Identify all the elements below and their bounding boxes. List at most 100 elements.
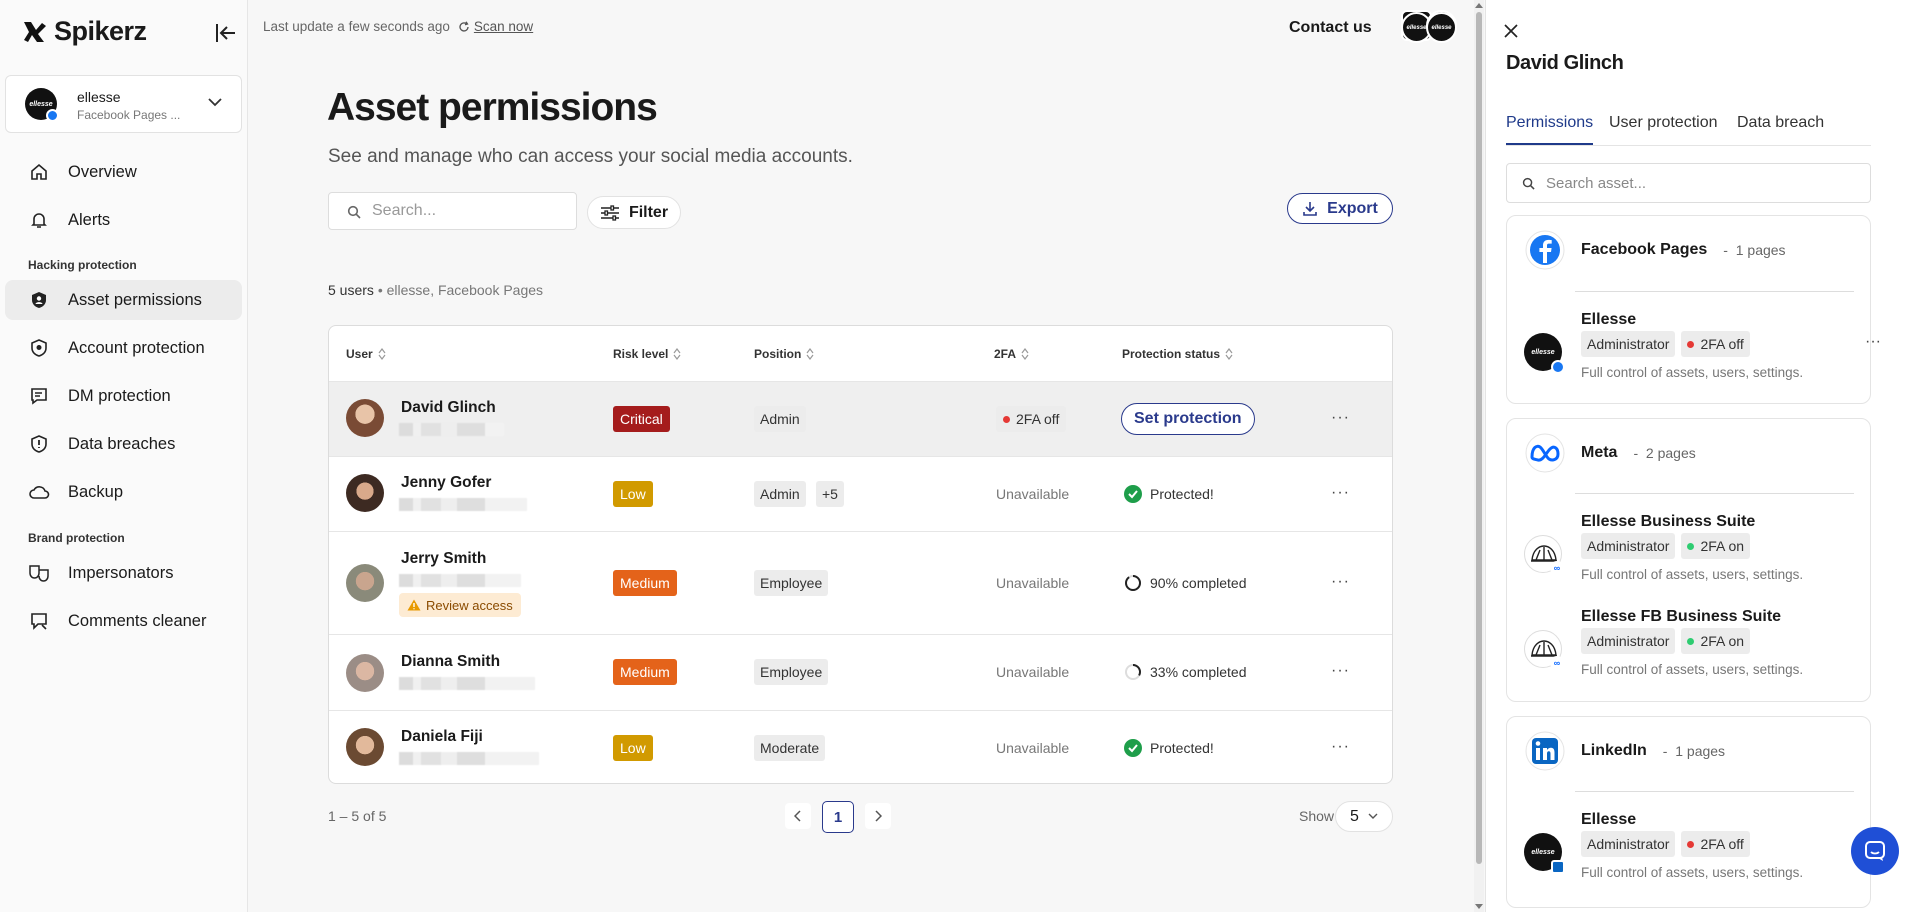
- page-size-select[interactable]: 5: [1335, 801, 1393, 832]
- position-badge: Admin: [754, 481, 806, 507]
- column-header-position[interactable]: Position: [754, 326, 814, 381]
- table-row[interactable]: Jenny Gofer Low Admin +5 Unavailable Pro…: [329, 456, 1392, 531]
- section-hacking-protection: Hacking protection: [28, 258, 137, 272]
- divider: [1575, 493, 1854, 494]
- tab-user-protection[interactable]: User protection: [1609, 114, 1718, 132]
- sidebar-item-comments-cleaner[interactable]: Comments cleaner: [5, 601, 242, 641]
- filter-button[interactable]: Filter: [587, 196, 681, 229]
- asset-search-input[interactable]: [1546, 164, 1856, 202]
- table-row[interactable]: Jerry Smith Review access Medium Employe…: [329, 531, 1392, 634]
- more-positions-badge[interactable]: +5: [816, 481, 844, 507]
- group-header[interactable]: Meta - 2 pages: [1525, 433, 1696, 473]
- scan-now-label: Scan now: [473, 19, 534, 34]
- more-options-icon[interactable]: ···: [1331, 573, 1350, 591]
- red-dot-icon: [1003, 415, 1010, 423]
- protection-status: Protected!: [1124, 485, 1214, 503]
- table-row[interactable]: Daniela Fiji Low Moderate Unavailable Pr…: [329, 710, 1392, 783]
- filter-label: Filter: [628, 203, 669, 221]
- asset-item[interactable]: ellesse Ellesse Administrator 2FA off Fu…: [1507, 311, 1881, 391]
- review-access-badge[interactable]: Review access: [399, 593, 521, 617]
- sidebar-item-dm-protection[interactable]: DM protection: [5, 376, 242, 416]
- warning-icon: [407, 599, 421, 611]
- tab-data-breach[interactable]: Data breach: [1737, 114, 1824, 132]
- asset-tags: Administrator 2FA on: [1581, 628, 1751, 654]
- sidebar-item-label: Alerts: [68, 210, 111, 229]
- sidebar-item-account-protection[interactable]: Account protection: [5, 328, 242, 368]
- column-label: Risk level: [613, 346, 669, 361]
- avatar: ellesse: [1524, 833, 1565, 874]
- tab-permissions[interactable]: Permissions: [1506, 114, 1593, 132]
- set-protection-button[interactable]: Set protection: [1121, 403, 1255, 435]
- asset-description: Full control of assets, users, settings.: [1581, 662, 1804, 677]
- sidebar-item-overview[interactable]: Overview: [5, 152, 242, 192]
- risk-badge: Medium: [613, 659, 677, 685]
- protection-status: 90% completed: [1124, 574, 1247, 592]
- avatar: [346, 728, 384, 766]
- page-1-button[interactable]: 1: [822, 801, 854, 833]
- group-header[interactable]: Facebook Pages - 1 pages: [1525, 230, 1786, 270]
- group-count: - 1 pages: [1723, 242, 1786, 258]
- user-detail-panel: David Glinch Permissions User protection…: [1485, 0, 1905, 912]
- asset-name: Ellesse: [1581, 811, 1637, 828]
- sidebar-item-asset-permissions[interactable]: Asset permissions: [5, 280, 242, 320]
- sidebar-item-label: Data breaches: [68, 434, 176, 453]
- brand-name: Spikerz: [54, 16, 147, 46]
- more-options-icon[interactable]: ···: [1331, 662, 1350, 680]
- redacted-email: [399, 752, 539, 765]
- sidebar-item-label: Account protection: [68, 338, 205, 357]
- more-options-icon[interactable]: ···: [1331, 409, 1350, 427]
- chevron-down-icon: [1368, 813, 1378, 819]
- avatar: ∞: [1524, 535, 1564, 575]
- protection-status-label: Protected!: [1150, 740, 1214, 756]
- brand-logo[interactable]: Spikerz: [22, 16, 147, 47]
- group-title: Meta: [1581, 444, 1618, 461]
- asset-name: Ellesse Business Suite: [1581, 513, 1756, 530]
- column-header-user[interactable]: User: [346, 326, 386, 381]
- group-title: Facebook Pages: [1581, 241, 1708, 258]
- redacted-email: [399, 677, 535, 690]
- group-header[interactable]: LinkedIn - 1 pages: [1525, 731, 1725, 771]
- sidebar-item-data-breaches[interactable]: Data breaches: [5, 424, 242, 464]
- protection-status: Protected!: [1124, 739, 1214, 757]
- previous-page-button[interactable]: [785, 803, 811, 829]
- next-page-button[interactable]: [865, 803, 891, 829]
- chat-support-button[interactable]: [1851, 827, 1899, 875]
- more-options-icon[interactable]: ···: [1331, 738, 1350, 756]
- last-update-bar: Last update a few seconds ago Scan now: [263, 19, 533, 34]
- green-dot-icon: [1687, 637, 1695, 645]
- column-header-risk[interactable]: Risk level: [613, 326, 681, 381]
- asset-item[interactable]: ellesse Ellesse Administrator 2FA off Fu…: [1507, 811, 1872, 891]
- sidebar-item-backup[interactable]: Backup: [5, 472, 242, 512]
- page-size-value: 5: [1350, 807, 1359, 825]
- facebook-icon: [1525, 230, 1565, 270]
- asset-item[interactable]: ∞ Ellesse FB Business Suite Administrato…: [1507, 608, 1872, 688]
- masks-icon: [28, 562, 50, 584]
- close-icon[interactable]: [1504, 24, 1518, 38]
- contact-us-link[interactable]: Contact us: [1289, 19, 1372, 37]
- search-input[interactable]: [372, 193, 562, 229]
- more-options-icon[interactable]: ···: [1865, 333, 1881, 351]
- user-avatars[interactable]: ellesse ellesse: [1401, 10, 1459, 43]
- scan-now-link[interactable]: Scan now: [458, 19, 533, 34]
- export-button[interactable]: Export: [1287, 193, 1393, 224]
- asset-item[interactable]: ∞ Ellesse Business Suite Administrator 2…: [1507, 513, 1872, 593]
- shield-user-icon: [28, 289, 50, 311]
- more-options-icon[interactable]: ···: [1331, 484, 1350, 502]
- asset-tags: Administrator 2FA off: [1581, 831, 1750, 857]
- column-header-2fa[interactable]: 2FA: [994, 326, 1029, 381]
- account-switcher[interactable]: ellesse ellesse Facebook Pages ...: [5, 75, 242, 133]
- main-scrollbar[interactable]: [1474, 0, 1484, 912]
- sidebar-item-impersonators[interactable]: Impersonators: [5, 553, 242, 593]
- scrollbar-thumb[interactable]: [1476, 12, 1482, 864]
- red-dot-icon: [1687, 840, 1695, 848]
- group-count: - 2 pages: [1633, 445, 1696, 461]
- progress-ring-icon: [1125, 575, 1141, 591]
- column-header-protection[interactable]: Protection status: [1122, 326, 1233, 381]
- facebook-badge-icon: [1551, 360, 1565, 374]
- export-label: Export: [1327, 199, 1378, 217]
- table-row[interactable]: Dianna Smith Medium Employee Unavailable…: [329, 634, 1392, 710]
- sidebar-item-alerts[interactable]: Alerts: [5, 200, 242, 240]
- collapse-sidebar-icon[interactable]: [214, 22, 238, 44]
- table-row[interactable]: David Glinch Critical Admin 2FA off Set …: [329, 381, 1392, 456]
- redacted-email: [399, 498, 527, 511]
